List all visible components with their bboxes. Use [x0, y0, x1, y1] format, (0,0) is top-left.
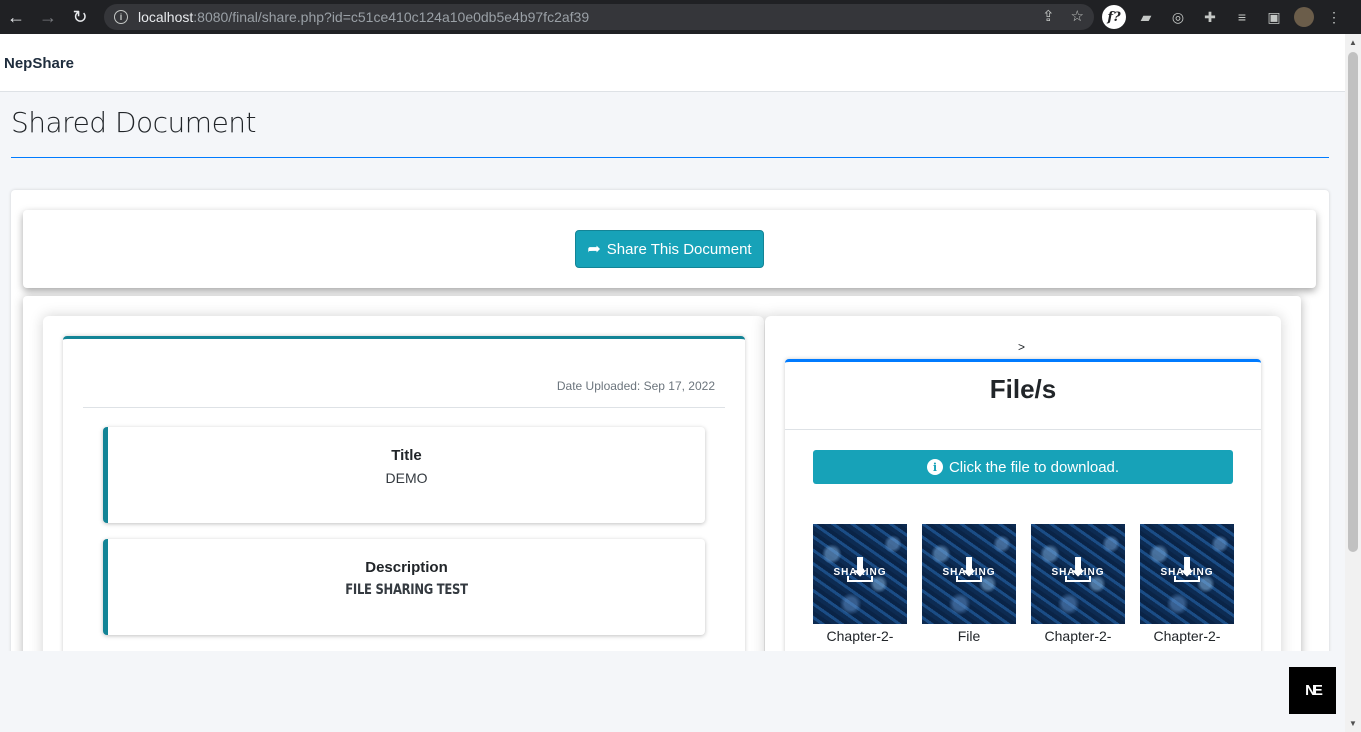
top-navbar: NepShare	[0, 34, 1345, 92]
download-tray-icon	[956, 576, 982, 582]
url-path: :8080/final/share.php?id=c51ce410c124a10…	[193, 9, 590, 25]
browser-toolbar: ← → ↻ i localhost:8080/final/share.php?i…	[0, 0, 1361, 34]
scroll-down-icon[interactable]: ▼	[1349, 719, 1357, 728]
address-bar[interactable]: i localhost:8080/final/share.php?id=c51c…	[104, 4, 1094, 30]
download-hint-banner: i Click the file to download.	[813, 450, 1233, 484]
extensions-puzzle-icon[interactable]: ✚	[1198, 5, 1222, 29]
file-tile[interactable]: SHARING ⬇ Chapter-2-	[813, 524, 907, 644]
title-divider	[11, 157, 1329, 158]
share-arrow-icon: ➦	[587, 241, 601, 258]
extension-compass-icon[interactable]: ◎	[1166, 5, 1190, 29]
document-info-card: Date Uploaded: Sep 17, 2022 Title DEMO D…	[63, 336, 745, 651]
side-panel-icon[interactable]: ▣	[1262, 5, 1286, 29]
scroll-up-icon[interactable]: ▲	[1349, 38, 1357, 47]
file-tile[interactable]: SHARING ⬇ Chapter-2-	[1031, 524, 1125, 644]
bookmark-star-icon[interactable]: ☆	[1071, 7, 1084, 25]
title-label: Title	[391, 447, 422, 464]
file-thumbnail[interactable]: SHARING ⬇	[1140, 524, 1234, 624]
browser-menu-icon[interactable]: ⋮	[1322, 5, 1346, 29]
file-name[interactable]: Chapter-2-	[1140, 628, 1234, 644]
date-divider	[83, 407, 725, 408]
file-thumbnail[interactable]: SHARING ⬇	[813, 524, 907, 624]
vertical-scrollbar[interactable]: ▲ ▼	[1345, 34, 1361, 732]
download-hint-text: Click the file to download.	[948, 458, 1120, 476]
files-heading: File/s	[989, 374, 1057, 404]
file-thumbnail[interactable]: SHARING ⬇	[922, 524, 1016, 624]
ne-extension-badge[interactable]: NE	[1289, 667, 1336, 714]
share-button-label: Share This Document	[606, 240, 752, 258]
breadcrumb-separator: >	[1018, 340, 1026, 354]
extension-fx-icon[interactable]: f?	[1102, 5, 1126, 29]
download-tray-icon	[1065, 576, 1091, 582]
title-value: DEMO	[385, 470, 428, 486]
share-document-button[interactable]: ➦ Share This Document	[575, 230, 764, 268]
files-card: File/s i Click the file to download. SHA…	[785, 359, 1261, 651]
share-page-icon[interactable]: ⇪	[1042, 7, 1055, 25]
brand-logo-text[interactable]: NepShare	[4, 55, 74, 72]
page-viewport: NepShare Shared Document ➦ Share This Do…	[0, 34, 1345, 651]
file-name[interactable]: Chapter-2-	[813, 628, 907, 644]
back-icon[interactable]: ←	[0, 0, 32, 34]
page-footer-area	[0, 651, 1345, 732]
forward-icon[interactable]: →	[32, 0, 64, 34]
info-circle-icon: i	[926, 459, 943, 475]
file-tile[interactable]: SHARING ⬇ File	[922, 524, 1016, 644]
profile-avatar[interactable]	[1294, 7, 1314, 27]
reload-icon[interactable]: ↻	[64, 0, 96, 34]
page-title: Shared Document	[11, 106, 257, 139]
download-tray-icon	[847, 576, 873, 582]
title-box: Title DEMO	[103, 427, 705, 523]
file-tile[interactable]: SHARING ⬇ Chapter-2-	[1140, 524, 1234, 644]
files-divider	[785, 429, 1261, 430]
site-info-icon[interactable]: i	[114, 10, 128, 24]
scrollbar-thumb[interactable]	[1348, 52, 1358, 552]
reading-list-icon[interactable]: ≡	[1230, 5, 1254, 29]
file-name[interactable]: Chapter-2-	[1031, 628, 1125, 644]
description-box: Description FILE SHARING TEST	[103, 539, 705, 635]
download-tray-icon	[1174, 576, 1200, 582]
file-name[interactable]: File	[922, 628, 1016, 644]
description-label: Description	[365, 559, 448, 576]
extension-folder-icon[interactable]: ▰	[1134, 5, 1158, 29]
description-value: FILE SHARING TEST	[345, 582, 468, 598]
url-host: localhost	[138, 9, 194, 25]
date-uploaded: Date Uploaded: Sep 17, 2022	[556, 379, 715, 393]
file-thumbnail[interactable]: SHARING ⬇	[1031, 524, 1125, 624]
